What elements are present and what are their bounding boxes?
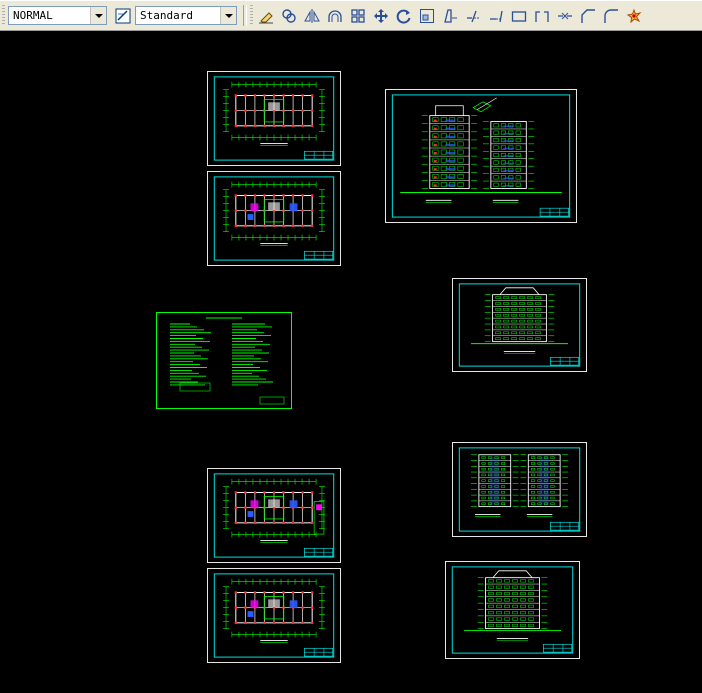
drawing-sheet-plan-3[interactable]: [207, 468, 341, 563]
break-at-point-icon: [535, 10, 549, 22]
offset-icon: [328, 9, 342, 22]
explode-icon: [626, 8, 642, 23]
sheet-inner-frame: [458, 447, 581, 532]
toolbar: NORMAL Standard: [0, 0, 702, 31]
toolbar-separator: [243, 5, 247, 26]
sheet-inner-frame: [391, 94, 571, 218]
rotate-icon: [396, 9, 411, 24]
explode-button[interactable]: [624, 6, 644, 25]
scale-button[interactable]: [417, 6, 437, 25]
drawing-sheet-elevation-1[interactable]: [452, 278, 587, 372]
title-block: [304, 647, 334, 657]
elevation-drawing: [464, 570, 561, 632]
title-block: [539, 207, 570, 217]
join-button[interactable]: [555, 6, 575, 25]
toolbar-edge: [0, 0, 702, 1]
drawing-sheet-notes[interactable]: [156, 312, 292, 409]
extend-icon: [490, 10, 503, 22]
move-button[interactable]: [371, 6, 391, 25]
drawing-sheet-sections[interactable]: [385, 89, 577, 223]
title-block: [543, 643, 573, 653]
general-notes: [156, 312, 292, 409]
chamfer-button[interactable]: [578, 6, 598, 25]
drawing-sheet-plan-1[interactable]: [207, 71, 341, 166]
dimstyle-combo[interactable]: Standard: [135, 6, 237, 25]
drawing-sheet-elevation-2[interactable]: [445, 561, 580, 659]
move-icon: [374, 8, 388, 23]
sheet-linework: [458, 447, 581, 532]
model-space-canvas[interactable]: [0, 31, 702, 693]
elevation-drawing: [471, 287, 568, 345]
title-block: [549, 521, 580, 531]
join-icon: [558, 12, 572, 19]
sheet-linework: [156, 312, 292, 409]
break-icon: [511, 10, 527, 22]
fillet-icon: [604, 8, 618, 23]
toolbar-grip[interactable]: [2, 5, 5, 26]
stretch-icon: [444, 8, 457, 23]
chevron-down-icon[interactable]: [220, 7, 236, 24]
break-button[interactable]: [509, 6, 529, 25]
style-combo-value: NORMAL: [13, 9, 53, 22]
fillet-button[interactable]: [601, 6, 621, 25]
mirror-button[interactable]: [302, 6, 322, 25]
dimstyle-combo-value: Standard: [140, 9, 193, 22]
sheet-linework: [213, 76, 335, 161]
dimstyle-button[interactable]: [113, 6, 133, 25]
sheet-linework: [213, 473, 335, 558]
floor-plan-drawing: [223, 81, 325, 141]
offset-button[interactable]: [325, 6, 345, 25]
copy-button[interactable]: [279, 6, 299, 25]
section-drawing: [400, 97, 562, 193]
stretch-button[interactable]: [440, 6, 460, 25]
drawing-sheet-elevations-pair[interactable]: [452, 442, 587, 537]
break-at-point-button[interactable]: [532, 6, 552, 25]
sheet-linework: [213, 573, 335, 658]
trim-icon: [467, 10, 479, 22]
sheet-inner-frame: [458, 283, 581, 367]
style-combo[interactable]: NORMAL: [8, 6, 107, 25]
sheet-linework: [451, 566, 574, 654]
chevron-down-icon[interactable]: [90, 7, 106, 24]
chamfer-icon: [581, 8, 595, 23]
title-block: [304, 547, 334, 557]
trim-button[interactable]: [463, 6, 483, 25]
erase-button[interactable]: [256, 6, 276, 25]
copy-icon: [282, 8, 296, 23]
title-block: [549, 356, 580, 366]
sheet-linework: [391, 94, 571, 218]
array-button[interactable]: [348, 6, 368, 25]
drawing-sheet-plan-2[interactable]: [207, 171, 341, 266]
floor-plan-drawing: [223, 181, 325, 241]
extend-button[interactable]: [486, 6, 506, 25]
dimstyle-icon: [115, 8, 131, 23]
drawing-sheet-plan-4[interactable]: [207, 568, 341, 663]
floor-plan-drawing: [223, 578, 325, 638]
title-block: [304, 150, 334, 160]
floor-plan-drawing: [223, 478, 325, 538]
array-icon: [351, 8, 365, 23]
scale-icon: [420, 8, 434, 23]
rotate-button[interactable]: [394, 6, 414, 25]
sheet-linework: [458, 283, 581, 367]
erase-icon: [259, 11, 273, 23]
elevation-pair-drawing: [471, 454, 568, 508]
toolbar-grip[interactable]: [250, 5, 253, 26]
mirror-icon: [304, 8, 320, 23]
sheet-linework: [213, 176, 335, 261]
title-block: [304, 250, 334, 260]
